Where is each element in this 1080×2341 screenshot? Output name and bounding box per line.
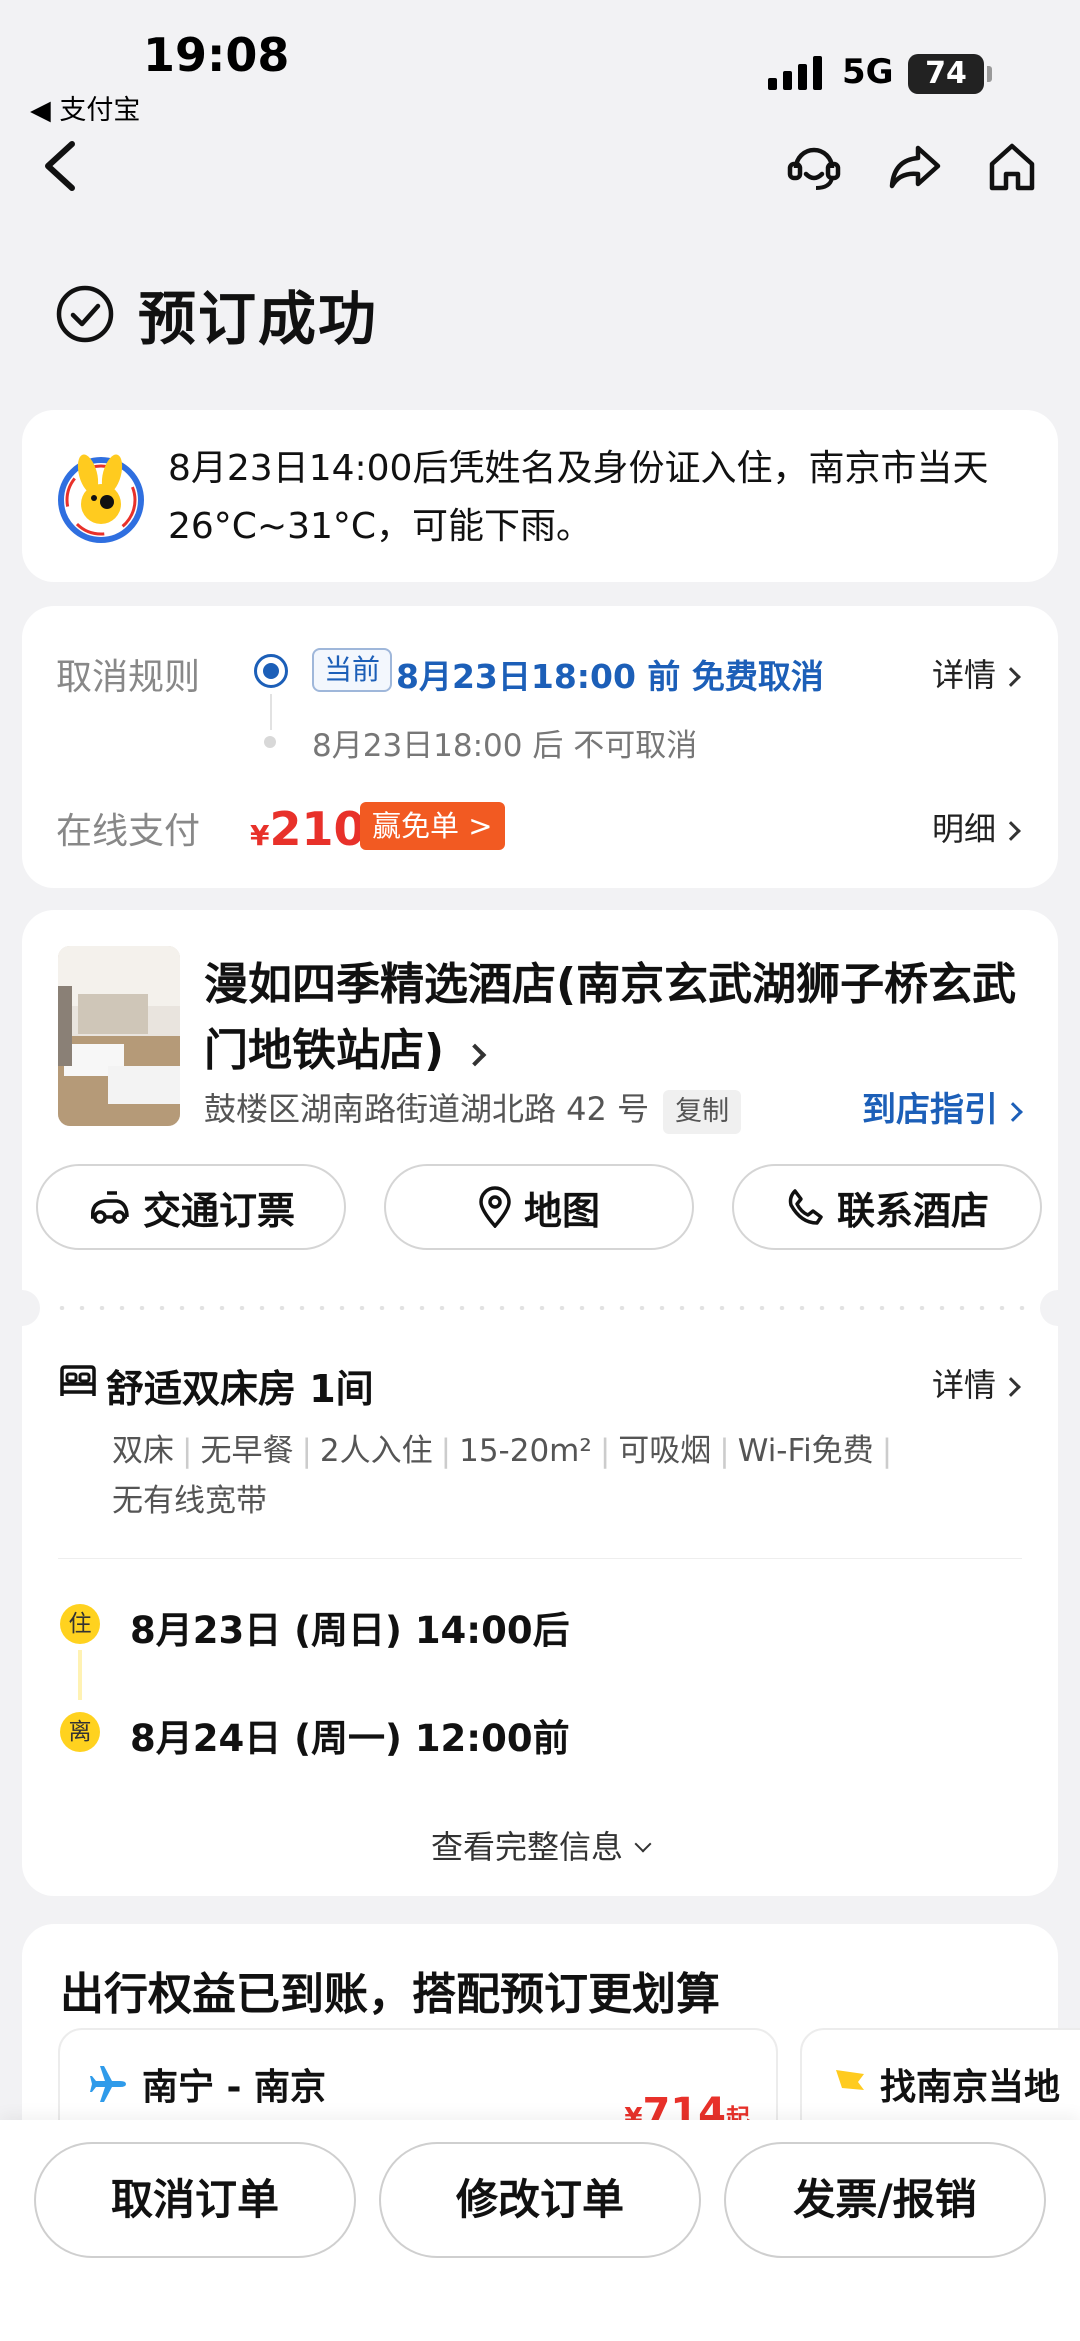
- room-amenities: 双床 | 无早餐 | 2人入住 | 15-20m² | 可吸烟 | Wi-Fi免费 | 无有线宽带: [112, 1433, 893, 1519]
- transport-ticket-button[interactable]: 交通订票: [36, 1164, 346, 1250]
- hotel-room-thumbnail[interactable]: [58, 946, 180, 1126]
- customer-service-icon[interactable]: [784, 136, 844, 196]
- hotel-name: 漫如四季精选酒店(南京玄武湖狮子桥玄武门地铁站店): [204, 959, 1017, 1076]
- page-header: 预订成功: [56, 272, 378, 356]
- arrival-guide-label: 到店指引: [862, 1090, 998, 1130]
- phone-icon: [788, 1189, 823, 1225]
- cancellation-label: 取消规则: [56, 657, 201, 698]
- transport-ticket-label: 交通订票: [142, 1188, 295, 1233]
- room-details-link[interactable]: 详情: [931, 1360, 1021, 1406]
- chevron-down-icon: [634, 1835, 652, 1853]
- notice-text: 8月23日14:00后凭姓名及身份证入住，南京市当天26°C~31°C，可能下雨…: [168, 448, 989, 547]
- ticket-notch-left: [4, 1290, 40, 1326]
- amenity-tag: 可吸烟: [618, 1433, 712, 1469]
- airplane-icon: [90, 2066, 126, 2102]
- checkin-badge: 住: [60, 1604, 100, 1644]
- divider: [58, 1558, 1022, 1559]
- checkout-badge: 离: [60, 1712, 100, 1752]
- amenity-tag: 无早餐: [200, 1433, 294, 1469]
- amount-value: 210: [269, 802, 366, 856]
- chevron-right-icon: [1001, 1377, 1021, 1397]
- dotted-separator: [52, 1306, 1028, 1310]
- invoice-button[interactable]: 发票/报销: [724, 2142, 1046, 2258]
- checkin-notice-card: 8月23日14:00后凭姓名及身份证入住，南京市当天26°C~31°C，可能下雨…: [22, 410, 1058, 582]
- room-title: 舒适双床房 1间: [106, 1367, 374, 1411]
- room-details-label: 详情: [931, 1366, 996, 1404]
- ticket-notch-right: [1040, 1290, 1076, 1326]
- current-badge: 当前: [312, 648, 393, 692]
- timeline-next-dot: [264, 736, 276, 748]
- free-cancel-rule: 8月23日18:00 前 免费取消: [396, 657, 824, 696]
- timeline-current-dot: [254, 654, 288, 688]
- chevron-right-icon: [464, 1043, 487, 1067]
- checkin-date: 8月23日 (周日) 14:00后: [130, 1609, 570, 1652]
- payment-amount: ¥210: [250, 802, 366, 856]
- hotel-address: 鼓楼区湖南路街道湖北路 42 号复制: [204, 1084, 742, 1134]
- arrival-guide-link[interactable]: 到店指引: [862, 1082, 1023, 1131]
- flight-route-text: 南宁 - 南京: [142, 2067, 327, 2108]
- stay-timeline-line: [78, 1650, 82, 1700]
- amenity-tag: 15-20m²: [459, 1433, 592, 1469]
- timeline-line: [270, 694, 272, 730]
- cancel-order-button[interactable]: 取消订单: [34, 2142, 356, 2258]
- transport-icon: [90, 1191, 129, 1224]
- home-icon[interactable]: [982, 136, 1042, 196]
- contact-hotel-button[interactable]: 联系酒店: [732, 1164, 1042, 1250]
- flight-route: 南宁 - 南京: [88, 2058, 326, 2110]
- map-button[interactable]: 地图: [384, 1164, 694, 1250]
- chevron-right-icon: [1003, 1102, 1023, 1122]
- view-full-info-link[interactable]: 查看完整信息: [22, 1822, 1058, 1868]
- payment-breakdown-label: 明细: [931, 810, 996, 848]
- cancellation-details-label: 详情: [931, 656, 996, 694]
- amenity-tag: 2人入住: [319, 1433, 433, 1469]
- currency-symbol: ¥: [250, 819, 270, 852]
- free-order-promo-badge[interactable]: 赢免单 >: [360, 802, 505, 850]
- status-bar: 19:08 ◀ 支付宝 5G 74: [0, 0, 1080, 126]
- view-full-info-label: 查看完整信息: [430, 1828, 623, 1866]
- payment-label: 在线支付: [56, 811, 201, 852]
- network-type: 5G: [842, 52, 894, 92]
- flag-icon: [836, 2070, 864, 2100]
- success-check-icon: [56, 285, 114, 343]
- hotel-address-text: 鼓楼区湖南路街道湖北路 42 号: [204, 1090, 650, 1128]
- cancellation-payment-card: 取消规则 当前 8月23日18:00 前 免费取消 8月23日18:00 后 不…: [22, 606, 1058, 888]
- mascot-icon: [58, 454, 144, 543]
- local-guide-text: 找南京当地: [880, 2067, 1061, 2108]
- amenity-tag: 无有线宽带: [112, 1483, 267, 1519]
- copy-address-button[interactable]: 复制: [663, 1090, 742, 1134]
- share-icon[interactable]: [884, 136, 944, 196]
- cancellation-details-link[interactable]: 详情: [931, 650, 1021, 696]
- modify-order-button[interactable]: 修改订单: [379, 2142, 701, 2258]
- hotel-card: 漫如四季精选酒店(南京玄武湖狮子桥玄武门地铁站店) 鼓楼区湖南路街道湖北路 42…: [4, 910, 1076, 1896]
- battery-indicator: 74: [908, 54, 992, 94]
- local-guide-title: 找南京当地: [830, 2058, 1060, 2110]
- contact-hotel-label: 联系酒店: [836, 1188, 989, 1233]
- bed-icon: [60, 1365, 96, 1396]
- page-title: 预订成功: [138, 285, 379, 353]
- amenity-tag: Wi-Fi免费: [737, 1433, 874, 1469]
- payment-breakdown-link[interactable]: 明细: [931, 804, 1021, 850]
- location-pin-icon: [479, 1186, 511, 1228]
- benefits-title: 出行权益已到账，搭配预订更划算: [60, 1969, 720, 2020]
- amenity-tag: 双床: [112, 1433, 174, 1469]
- chevron-right-icon: [1001, 821, 1021, 841]
- no-cancel-rule: 8月23日18:00 后 不可取消: [312, 728, 698, 764]
- status-time: 19:08: [143, 28, 290, 82]
- map-label: 地图: [523, 1188, 600, 1233]
- back-to-app-link[interactable]: ◀ 支付宝: [30, 88, 140, 127]
- signal-icon: [768, 56, 822, 90]
- bottom-action-bar: 取消订单 修改订单 发票/报销: [0, 2120, 1080, 2341]
- checkout-date: 8月24日 (周一) 12:00前: [130, 1717, 570, 1760]
- hotel-name-link[interactable]: 漫如四季精选酒店(南京玄武湖狮子桥玄武门地铁站店): [204, 952, 1024, 1084]
- back-arrow-icon[interactable]: [36, 134, 86, 198]
- chevron-right-icon: [1001, 667, 1021, 687]
